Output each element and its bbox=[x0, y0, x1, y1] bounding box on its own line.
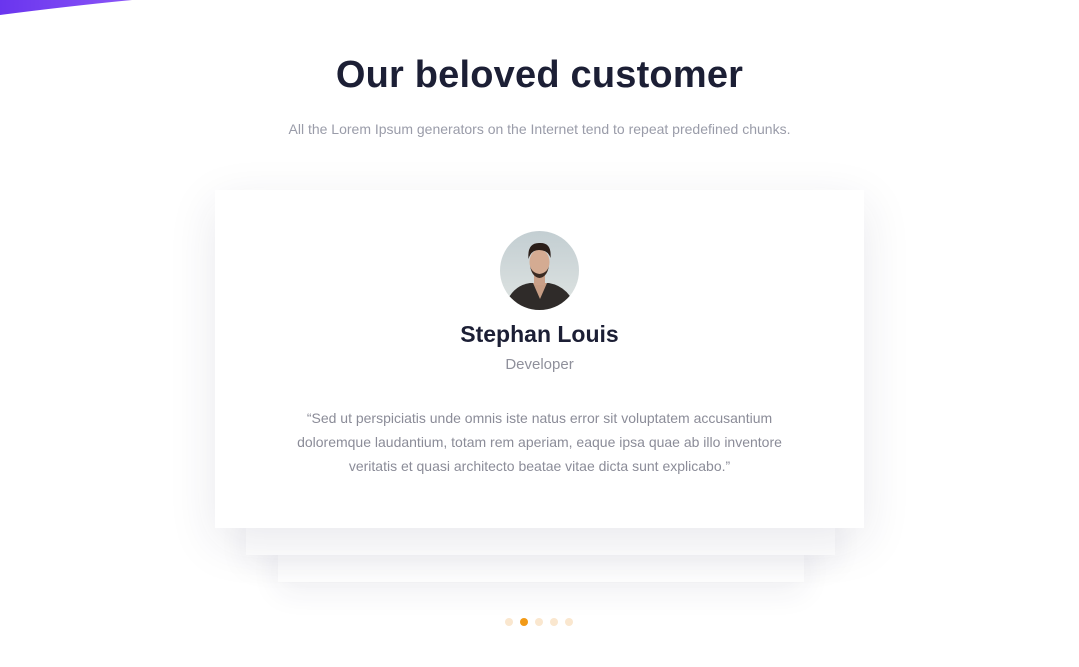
avatar-photo bbox=[500, 231, 579, 310]
carousel-dot-5[interactable] bbox=[565, 618, 573, 626]
carousel-dot-3[interactable] bbox=[535, 618, 543, 626]
person-name: Stephan Louis bbox=[460, 321, 619, 347]
carousel-dot-4[interactable] bbox=[550, 618, 558, 626]
carousel-pagination bbox=[505, 618, 573, 626]
carousel-dot-1[interactable] bbox=[505, 618, 513, 626]
avatar bbox=[500, 231, 579, 310]
carousel-dot-2[interactable] bbox=[520, 618, 528, 626]
decorative-swoosh bbox=[0, 0, 132, 15]
testimonial-card: Stephan Louis Developer “Sed ut perspici… bbox=[215, 190, 864, 528]
person-role: Developer bbox=[505, 356, 574, 373]
testimonial-quote: “Sed ut perspiciatis unde omnis iste nat… bbox=[297, 410, 782, 474]
section-title: Our beloved customer bbox=[335, 54, 744, 96]
section-subtitle: All the Lorem Ipsum generators on the In… bbox=[288, 121, 791, 137]
